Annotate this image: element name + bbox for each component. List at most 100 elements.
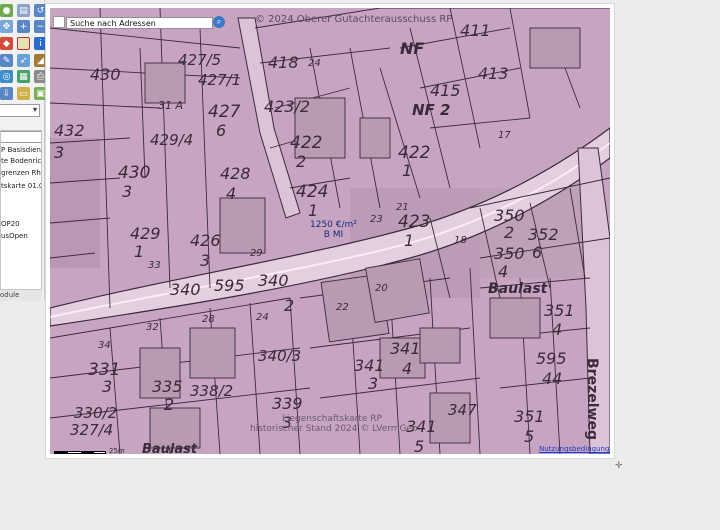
parcel-label: 6 xyxy=(532,243,542,262)
parcel-label: 426 xyxy=(190,231,221,250)
parcel-label: 1 xyxy=(308,201,318,220)
parcel-label: 341 xyxy=(390,339,421,358)
parcel-label: 595 xyxy=(536,349,567,368)
parcel-label: 6 xyxy=(216,121,226,140)
parcel-label: 413 xyxy=(478,64,509,83)
parcel-label: 3 xyxy=(200,251,210,270)
map-frame: 411 NF 413 415 NF 2 430 427/5 427/1 418 24 432 3 31 … xyxy=(46,4,614,458)
layers-icon[interactable]: ◎ xyxy=(0,70,13,83)
parcel-label: 2 xyxy=(284,296,294,315)
select-icon[interactable]: ◆ xyxy=(0,37,13,50)
parcel-label: 3 xyxy=(122,182,132,201)
parcel-label: 4 xyxy=(552,320,562,339)
layer-filter-input[interactable] xyxy=(1,131,41,143)
parcel-label: Baulast xyxy=(142,442,198,454)
parcel-label: 3 xyxy=(368,374,378,393)
parcel-label: 23 xyxy=(370,214,383,225)
search-input[interactable]: Suche nach Adressen xyxy=(66,17,213,29)
layer-item[interactable]: grenzen Rhei xyxy=(1,169,41,178)
parcel-label: 31 A xyxy=(158,99,183,112)
map-icon[interactable]: ▦ xyxy=(17,70,30,83)
chevron-down-icon: ▾ xyxy=(32,105,37,114)
parcel-label: 3 xyxy=(102,377,112,396)
search-icon[interactable]: ⌕ xyxy=(213,16,225,28)
parcel-label: 20 xyxy=(375,283,388,294)
parcel-label: 24 xyxy=(308,58,321,69)
parcel-label: 33 xyxy=(148,260,161,271)
land-price-value: 1250 €/m² xyxy=(310,220,357,230)
parcel-label: 1 xyxy=(402,161,412,180)
resize-handle-icon[interactable]: ✛ xyxy=(615,461,623,471)
parcel-label: 418 xyxy=(268,53,299,72)
module-bar[interactable]: odule xyxy=(0,289,42,301)
parcel-label: 29 xyxy=(250,248,263,259)
parcel-label: 335 xyxy=(152,377,183,396)
parcel-label: 340 xyxy=(258,271,289,290)
document-icon[interactable]: ▤ xyxy=(17,4,30,17)
parcel-label: NF xyxy=(400,39,424,58)
parcel-label: 24 xyxy=(256,312,269,323)
street-label: Brezelweg xyxy=(584,358,600,440)
parcel-label: 423 xyxy=(398,212,430,232)
parcel-label: 5 xyxy=(524,427,534,446)
parcel-label: 2 xyxy=(504,223,514,242)
layer-item[interactable]: tskarte 01.01. xyxy=(1,182,41,191)
map-canvas[interactable]: 411 NF 413 415 NF 2 430 427/5 427/1 418 24 432 3 31 … xyxy=(50,8,610,454)
parcel-label: Baulast xyxy=(488,281,549,297)
parcel-label: 4 xyxy=(498,262,508,281)
parcel-label: 415 xyxy=(430,81,461,100)
parcel-label: 22 xyxy=(336,302,349,313)
parcel-label: 18 xyxy=(454,235,467,246)
parcel-label: 2 xyxy=(296,152,306,171)
layer-item[interactable]: te Bodenricht xyxy=(1,157,41,166)
parcel-label: 32 xyxy=(146,322,159,333)
parcel-label: 427/5 xyxy=(178,51,221,69)
land-price-label[interactable]: 1250 €/m² B MI xyxy=(310,220,357,240)
pointer-icon[interactable]: ➶ xyxy=(17,54,30,67)
parcel-label: 422 xyxy=(290,133,322,153)
folder-icon[interactable]: ▭ xyxy=(17,87,30,100)
pan-icon[interactable]: ✥ xyxy=(0,20,13,33)
layer-list: P Basisdienst te Bodenricht grenzen Rhei… xyxy=(0,130,42,290)
measure-icon[interactable]: ✎ xyxy=(0,54,13,67)
parcel-label: 34 xyxy=(98,340,111,351)
parcel-label: 352 xyxy=(528,225,559,244)
parcel-label: 340/3 xyxy=(258,347,301,365)
parcel-label: 4 xyxy=(402,359,412,378)
layer-select[interactable]: ▾ xyxy=(0,104,40,117)
parcel-label: 1 xyxy=(404,231,414,250)
parcel-label: 424 xyxy=(296,182,328,202)
export-icon[interactable]: ⇩ xyxy=(0,87,13,100)
parcel-label: 427/1 xyxy=(198,71,241,89)
parcel-label: 422 xyxy=(398,143,430,163)
parcel-label: 3 xyxy=(54,143,64,162)
parcel-label: 595 xyxy=(214,276,245,295)
parcel-label: 430 xyxy=(90,65,121,84)
parcel-label: 338/2 xyxy=(190,382,233,400)
layer-item[interactable]: OP20 xyxy=(1,220,20,229)
scale-label: 25m xyxy=(109,447,125,454)
parcel-label: 432 xyxy=(54,121,85,140)
parcel-label: 44 xyxy=(542,369,562,388)
copyright-text: © 2024 Oberer Gutachterausschuss RP xyxy=(255,14,453,25)
zoom-in-icon[interactable]: + xyxy=(17,20,30,33)
parcel-label: 351 xyxy=(514,407,545,426)
parcel-label: 423/2 xyxy=(264,97,310,116)
fullscreen-icon[interactable] xyxy=(53,16,65,28)
parcel-label: NF 2 xyxy=(412,101,450,119)
left-panel: ● ▤ ↺ ✥ + − ◆ i ✎ ➶ ◢ ◎ ▦ ⎙ ⇩ ▭ ▣ ▾ P Ba… xyxy=(0,0,47,301)
layer-item[interactable]: P Basisdienst xyxy=(1,146,41,155)
map-watermark: Liegenschaftskarte RP xyxy=(282,414,382,424)
parcel-label: 350 xyxy=(494,244,525,263)
layer-item[interactable]: usOpen xyxy=(1,232,28,241)
map-watermark-sub: historischer Stand 2024 © LVermGeo xyxy=(250,424,418,434)
parcel-label: 2 xyxy=(164,395,174,414)
scale-bar xyxy=(54,451,106,454)
parcel-label: 428 xyxy=(220,164,251,183)
terms-link[interactable]: Nutzungsbedingungen xyxy=(539,445,610,453)
bookmark-icon[interactable] xyxy=(17,37,30,50)
parcel-label: 28 xyxy=(202,314,215,325)
parcel-label: 330/2 xyxy=(74,404,117,422)
parcel-label: 429/4 xyxy=(150,131,193,149)
globe-icon[interactable]: ● xyxy=(0,4,13,17)
